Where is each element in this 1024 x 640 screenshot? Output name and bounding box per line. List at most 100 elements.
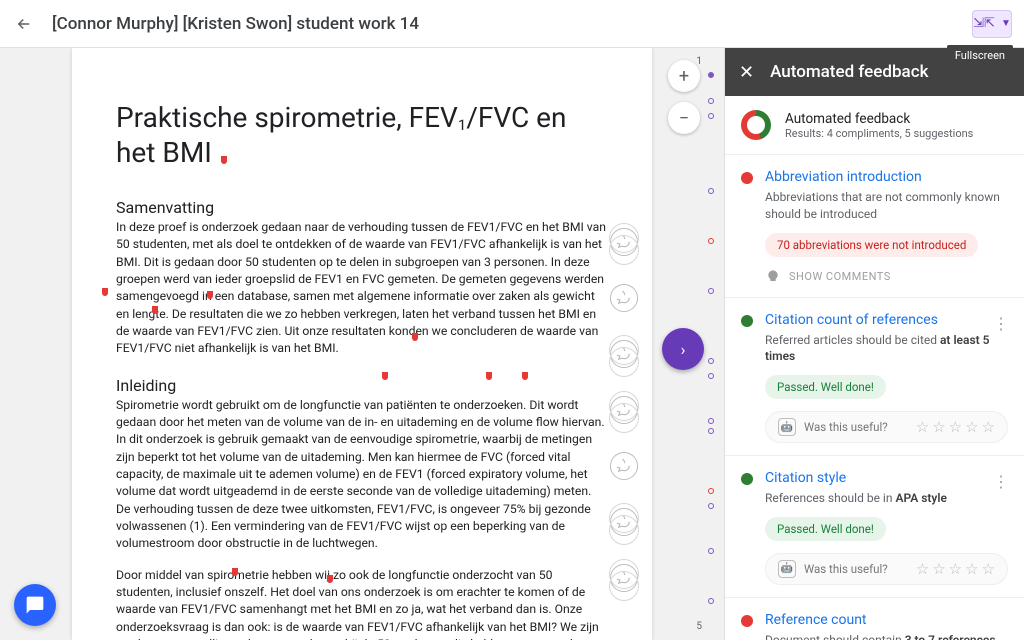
star-icon[interactable]: ☆	[965, 418, 978, 436]
error-mark-icon	[327, 575, 333, 583]
error-mark-icon	[207, 291, 213, 299]
comment-bubble-icon[interactable]	[610, 452, 638, 480]
status-dot-icon	[741, 315, 753, 327]
star-icon[interactable]: ☆	[982, 418, 995, 436]
scroll-marker-icon[interactable]	[708, 238, 714, 244]
chat-fab-button[interactable]	[14, 584, 56, 626]
doc-heading-1: Praktische spirometrie, FEV1/FVC en het …	[116, 100, 608, 170]
document-page: Praktische spirometrie, FEV1/FVC en het …	[72, 48, 652, 640]
feedback-description: Document should contain 3 to 7 reference…	[765, 632, 1008, 640]
summary-title: Automated feedback	[785, 111, 973, 127]
feedback-title[interactable]: Citation style	[765, 470, 1008, 486]
page-title: [Connor Murphy] [Kristen Swon] student w…	[52, 14, 972, 34]
feedback-chip: 70 abbreviations were not introduced	[765, 233, 978, 257]
h1-sub: 1	[458, 116, 466, 134]
star-icon[interactable]: ☆	[916, 560, 929, 578]
back-button[interactable]	[12, 12, 36, 36]
page-number-end: 5	[696, 621, 702, 632]
status-dot-icon	[741, 172, 753, 184]
tooltip: Fullscreen	[947, 45, 1013, 66]
feedback-title[interactable]: Reference count	[765, 612, 1008, 628]
error-mark-icon	[412, 333, 418, 341]
feedback-card[interactable]: Reference count Document should contain …	[725, 598, 1024, 640]
star-icon[interactable]: ☆	[949, 560, 962, 578]
doc-heading-summary: Samenvatting	[116, 198, 608, 217]
scroll-marker-icon[interactable]	[708, 548, 714, 554]
summary-subtitle: Results: 4 compliments, 5 suggestions	[785, 127, 973, 140]
scroll-marker-icon[interactable]	[708, 428, 714, 434]
panel-title: Automated feedback	[770, 62, 928, 82]
zoom-in-button[interactable]: +	[668, 60, 700, 92]
document-area[interactable]: Praktische spirometrie, FEV1/FVC en het …	[0, 48, 724, 640]
more-menu-button[interactable]: ⋮	[993, 472, 1010, 491]
comment-bubble-icon[interactable]	[610, 396, 638, 424]
feedback-description: Referred articles should be cited at lea…	[765, 332, 1008, 366]
feedback-chip: Passed. Well done!	[765, 375, 886, 399]
comment-bubble-icon[interactable]	[610, 340, 638, 368]
scroll-marker-icon[interactable]	[708, 113, 714, 119]
doc-paragraph-3: Door middel van spirometrie hebben wij z…	[116, 567, 608, 640]
feedback-panel: ✕ Automated feedback Automated feedback …	[724, 48, 1024, 640]
feedback-summary: Automated feedback Results: 4 compliment…	[725, 96, 1024, 155]
feedback-description: References should be in APA style	[765, 490, 1008, 507]
comment-bubble-icon[interactable]	[610, 564, 638, 592]
panel-body[interactable]: Automated feedback Results: 4 compliment…	[725, 96, 1024, 640]
scroll-marker-icon[interactable]	[708, 503, 714, 509]
rating-row: 🤖Was this useful? ☆ ☆ ☆ ☆ ☆	[765, 553, 1008, 585]
useful-label: Was this useful?	[804, 420, 888, 434]
star-icon[interactable]: ☆	[965, 560, 978, 578]
feedback-card[interactable]: Citation style References should be in A…	[725, 456, 1024, 598]
more-menu-button[interactable]: ⋮	[993, 314, 1010, 333]
star-icon[interactable]: ☆	[916, 418, 929, 436]
error-mark-icon	[221, 156, 227, 164]
feedback-card[interactable]: Abbreviation introduction Abbreviations …	[725, 155, 1024, 298]
star-rating[interactable]: ☆ ☆ ☆ ☆ ☆	[916, 560, 995, 578]
star-icon[interactable]: ☆	[932, 560, 945, 578]
workspace: Praktische spirometrie, FEV1/FVC en het …	[0, 48, 1024, 640]
star-icon[interactable]: ☆	[982, 560, 995, 578]
star-icon[interactable]: ☆	[949, 418, 962, 436]
top-bar: [Connor Murphy] [Kristen Swon] student w…	[0, 0, 1024, 48]
zoom-controls: + −	[668, 60, 700, 134]
comment-bubble-column	[610, 228, 638, 592]
doc-paragraph-1: In deze proef is onderzoek gedaan naar d…	[116, 219, 608, 358]
rating-row: 🤖 Was this useful? ☆ ☆ ☆ ☆ ☆	[765, 411, 1008, 443]
star-icon[interactable]: ☆	[932, 418, 945, 436]
scroll-marker-icon[interactable]	[708, 72, 714, 78]
next-fab-button[interactable]: ›	[662, 328, 704, 370]
feedback-chip: Passed. Well done!	[765, 517, 886, 541]
error-mark-icon	[522, 372, 528, 380]
scroll-marker-icon[interactable]	[708, 373, 714, 379]
scroll-marker-icon[interactable]	[708, 488, 714, 494]
comment-bubble-icon[interactable]	[610, 284, 638, 312]
close-panel-button[interactable]: ✕	[739, 62, 754, 83]
feedback-description: Abbreviations that are not commonly know…	[765, 189, 1008, 223]
comment-bubble-icon[interactable]	[610, 228, 638, 256]
error-mark-icon	[102, 288, 108, 296]
scroll-marker-icon[interactable]	[708, 358, 714, 364]
feedback-card[interactable]: Citation count of references Referred ar…	[725, 298, 1024, 457]
results-donut-icon	[741, 110, 771, 140]
scroll-marker-icon[interactable]	[708, 418, 714, 424]
fullscreen-toggle[interactable]: ⇲⇱ ▼ Fullscreen	[972, 10, 1012, 38]
scroll-marker-icon[interactable]	[708, 288, 714, 294]
scroll-marker-icon[interactable]	[708, 98, 714, 104]
show-comments-button[interactable]: SHOW COMMENTS	[765, 269, 1008, 285]
feedback-title[interactable]: Citation count of references	[765, 312, 1008, 328]
error-mark-icon	[382, 372, 388, 380]
doc-heading-intro: Inleiding	[116, 376, 608, 395]
error-mark-icon	[152, 306, 158, 314]
robot-icon: 🤖	[778, 418, 796, 436]
robot-icon: 🤖	[778, 560, 796, 578]
error-mark-icon	[232, 568, 238, 576]
doc-paragraph-2: Spirometrie wordt gebruikt om de longfun…	[116, 397, 608, 553]
zoom-out-button[interactable]: −	[668, 102, 700, 134]
feedback-title[interactable]: Abbreviation introduction	[765, 169, 1008, 185]
comment-bubble-icon[interactable]	[610, 508, 638, 536]
scroll-indicator-track[interactable]: 1 5	[708, 58, 714, 630]
star-rating[interactable]: ☆ ☆ ☆ ☆ ☆	[916, 418, 995, 436]
scroll-marker-icon[interactable]	[708, 598, 714, 604]
scroll-marker-icon[interactable]	[708, 188, 714, 194]
page-number-start: 1	[696, 56, 702, 67]
status-dot-icon	[741, 615, 753, 627]
